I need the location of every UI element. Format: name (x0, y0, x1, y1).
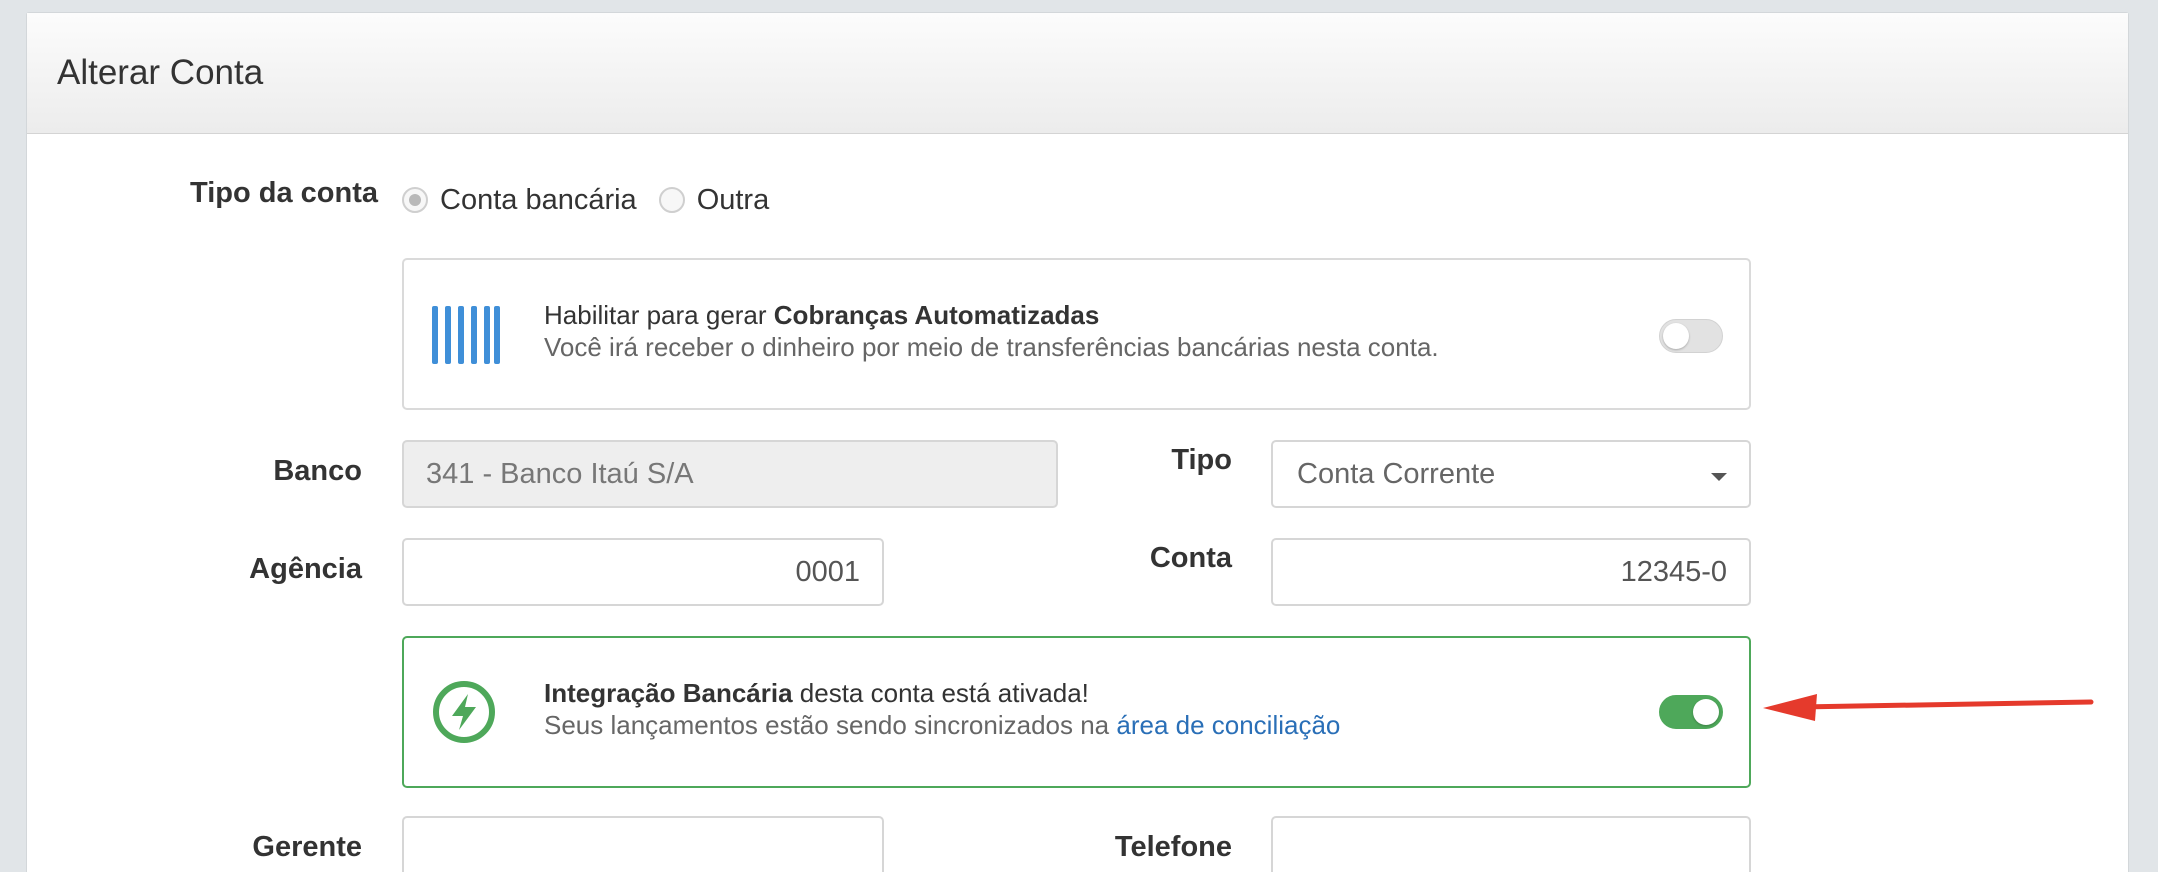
banco-field: 341 - Banco Itaú S/A (402, 440, 1058, 508)
bolt-icon (433, 681, 495, 743)
integracao-subtitle-prefix: Seus lançamentos estão sendo sincronizad… (544, 710, 1117, 740)
agencia-field[interactable]: 0001 (402, 538, 884, 606)
integracao-subtitle: Seus lançamentos estão sendo sincronizad… (544, 710, 1340, 741)
integracao-title-suffix: desta conta está ativada! (792, 678, 1089, 708)
telefone-label: Telefone (1114, 831, 1232, 863)
telefone-field[interactable] (1271, 816, 1751, 872)
chevron-down-icon (1711, 473, 1727, 481)
tipo-label: Tipo (1171, 444, 1232, 476)
conta-label: Conta (1149, 542, 1232, 574)
conta-field[interactable]: 12345-0 (1271, 538, 1751, 606)
agencia-label: Agência (249, 553, 362, 585)
cobrancas-automatizadas-card: Habilitar para gerar Cobranças Automatiz… (402, 258, 1751, 410)
tipo-conta-label: Tipo da conta (190, 177, 378, 209)
radio-outra[interactable] (658, 187, 685, 213)
tipo-conta-radio-group: Conta bancária Outra (402, 182, 791, 218)
cobrancas-title-bold: Cobranças Automatizadas (773, 300, 1100, 330)
radio-conta-bancaria[interactable] (402, 187, 428, 213)
barcode-icon (432, 306, 500, 364)
page-title: Alterar Conta (57, 53, 264, 92)
cobrancas-toggle[interactable] (1659, 319, 1723, 353)
annotation-arrow (1763, 694, 2094, 721)
tipo-select[interactable]: Conta Corrente (1271, 440, 1751, 508)
cobrancas-title-prefix: Habilitar para gerar (544, 300, 774, 330)
integracao-bancaria-card: Integração Bancária desta conta está ati… (402, 636, 1751, 788)
tipo-select-value: Conta Corrente (1297, 458, 1496, 490)
area-conciliacao-link[interactable]: área de conciliação (1116, 710, 1340, 740)
integracao-toggle[interactable] (1659, 695, 1723, 729)
cobrancas-title: Habilitar para gerar Cobranças Automatiz… (544, 300, 1099, 331)
toggle-knob (1693, 699, 1719, 725)
radio-outra-label[interactable]: Outra (697, 184, 770, 217)
integracao-title-bold: Integração Bancária (544, 678, 793, 708)
radio-conta-bancaria-label[interactable]: Conta bancária (440, 184, 637, 217)
panel-header: Alterar Conta (27, 13, 2128, 134)
toggle-knob (1663, 323, 1689, 349)
cobrancas-subtitle: Você irá receber o dinheiro por meio de … (544, 332, 1439, 362)
integracao-title: Integração Bancária desta conta está ati… (544, 678, 1089, 709)
gerente-label: Gerente (252, 831, 362, 863)
banco-label: Banco (273, 455, 362, 487)
gerente-field[interactable] (402, 816, 884, 872)
